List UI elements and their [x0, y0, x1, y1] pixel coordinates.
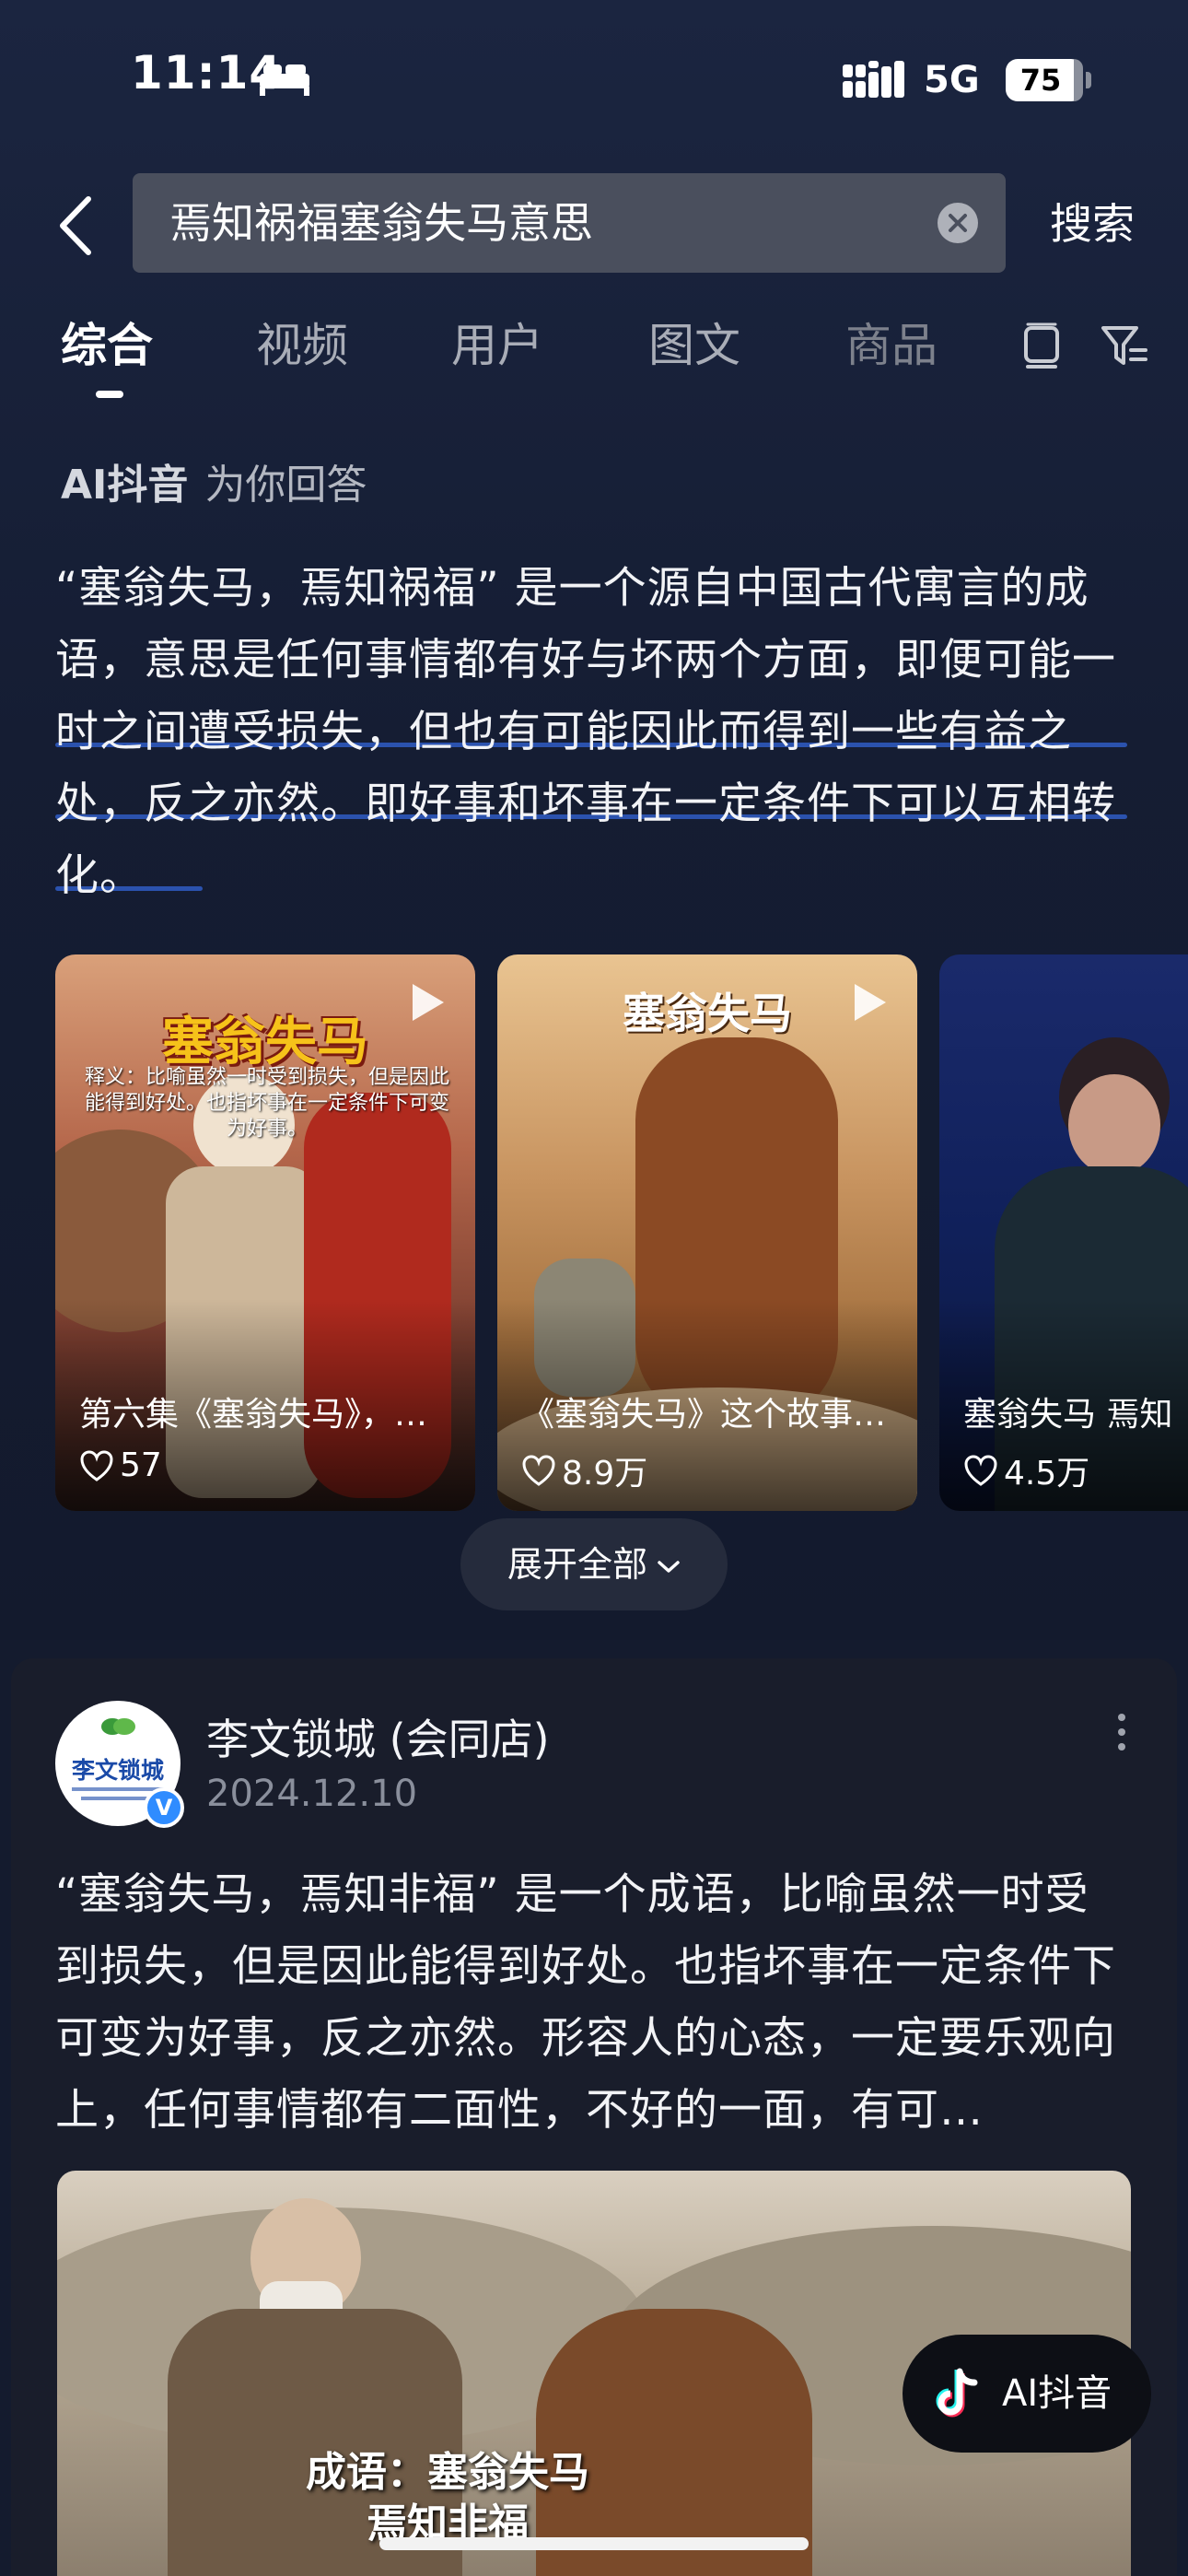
verified-icon: V [144, 1787, 184, 1828]
ai-douyin-float-button[interactable]: AI抖音 [903, 2335, 1151, 2453]
post-image-caption-line: 成语：塞翁失马 [306, 2449, 589, 2496]
search-button[interactable]: 搜索 [1050, 196, 1135, 252]
video-title: 塞翁失马 焉知 [963, 1396, 1173, 1434]
battery-empty-segment [1074, 59, 1083, 101]
battery-level: 75 [1019, 63, 1062, 98]
expand-all-button[interactable]: 展开全部 [460, 1518, 728, 1610]
ai-subtitle: 为你回答 [204, 462, 367, 509]
video-title: 第六集《塞翁失马》，… [79, 1396, 428, 1434]
heart-icon [522, 1455, 555, 1486]
video-overlay-caption: 释义：比喻虽然一时受到损失，但是因此能得到好处。也指坏事在一定条件下可变为好事。 [84, 1066, 449, 1141]
post-date: 2024.12.10 [206, 1773, 418, 1815]
play-icon [855, 984, 886, 1021]
more-icon[interactable] [1112, 1712, 1131, 1752]
bed-icon [260, 64, 309, 96]
likes-count: 8.9万 [562, 1455, 648, 1493]
leaf-logo-icon [101, 1718, 135, 1735]
tab-products[interactable]: 商品 [845, 318, 938, 373]
video-likes: 4.5万 [963, 1446, 1089, 1493]
filter-icon[interactable] [1100, 322, 1147, 369]
tab-active-indicator [96, 391, 123, 398]
ai-answer-text: “塞翁失马，焉知祸福” 是一个源自中国古代寓言的成语，意思是任何事情都有好与坏两… [55, 563, 1116, 901]
status-bar: 11:14 5G 75 [0, 0, 1188, 161]
layout-icon[interactable] [1020, 322, 1063, 370]
network-label: 5G [924, 59, 980, 101]
search-input[interactable]: 焉知祸福塞翁失马意思 [169, 173, 906, 273]
heart-icon [964, 1455, 997, 1486]
signal-icon [843, 61, 904, 98]
battery-icon: 75 [1006, 59, 1083, 101]
heart-icon [80, 1449, 113, 1481]
ai-float-label: AI抖音 [1002, 2372, 1112, 2415]
expand-all-label: 展开全部 [507, 1544, 647, 1585]
clear-icon[interactable] [938, 203, 978, 243]
card-scene-shape [1068, 1074, 1160, 1176]
video-title: 《塞翁失马》这个故事… [521, 1396, 887, 1434]
ai-answer-header: AI抖音 为你回答 [61, 451, 367, 509]
video-likes: 57 [79, 1446, 162, 1489]
tiktok-icon [936, 2368, 978, 2418]
likes-count: 4.5万 [1004, 1455, 1090, 1493]
author-name[interactable]: 李文锁城 (会同店) [206, 1706, 550, 1767]
tab-users[interactable]: 用户 [451, 318, 543, 373]
likes-count: 57 [120, 1446, 162, 1484]
play-icon [413, 984, 444, 1021]
video-card[interactable]: 塞翁失马 《塞翁失马》这个故事… 8.9万 [497, 954, 917, 1511]
tab-comprehensive[interactable]: 综合 [61, 318, 153, 373]
battery-tip [1086, 72, 1091, 88]
back-icon[interactable] [53, 193, 99, 258]
post-image-caption: 成语：塞翁失马 焉知非福 [306, 2447, 589, 2550]
ai-brand: AI抖音 [61, 462, 189, 509]
avatar-logo-text: 李文锁城 [71, 1757, 164, 1784]
video-likes: 8.9万 [521, 1446, 647, 1493]
post-text[interactable]: “塞翁失马，焉知非福” 是一个成语，比喻虽然一时受到损失，但是因此能得到好处。也… [55, 1859, 1133, 2147]
video-card[interactable]: 塞翁失马 释义：比喻虽然一时受到损失，但是因此能得到好处。也指坏事在一定条件下可… [55, 954, 475, 1511]
home-indicator[interactable] [379, 2537, 809, 2550]
search-box[interactable]: 焉知祸福塞翁失马意思 [133, 173, 1006, 273]
chevron-down-icon [658, 1560, 680, 1573]
tab-video[interactable]: 视频 [256, 318, 348, 373]
tab-image-text[interactable]: 图文 [648, 318, 740, 373]
video-card[interactable]: 塞翁失马 焉知 4.5万 [939, 954, 1188, 1511]
